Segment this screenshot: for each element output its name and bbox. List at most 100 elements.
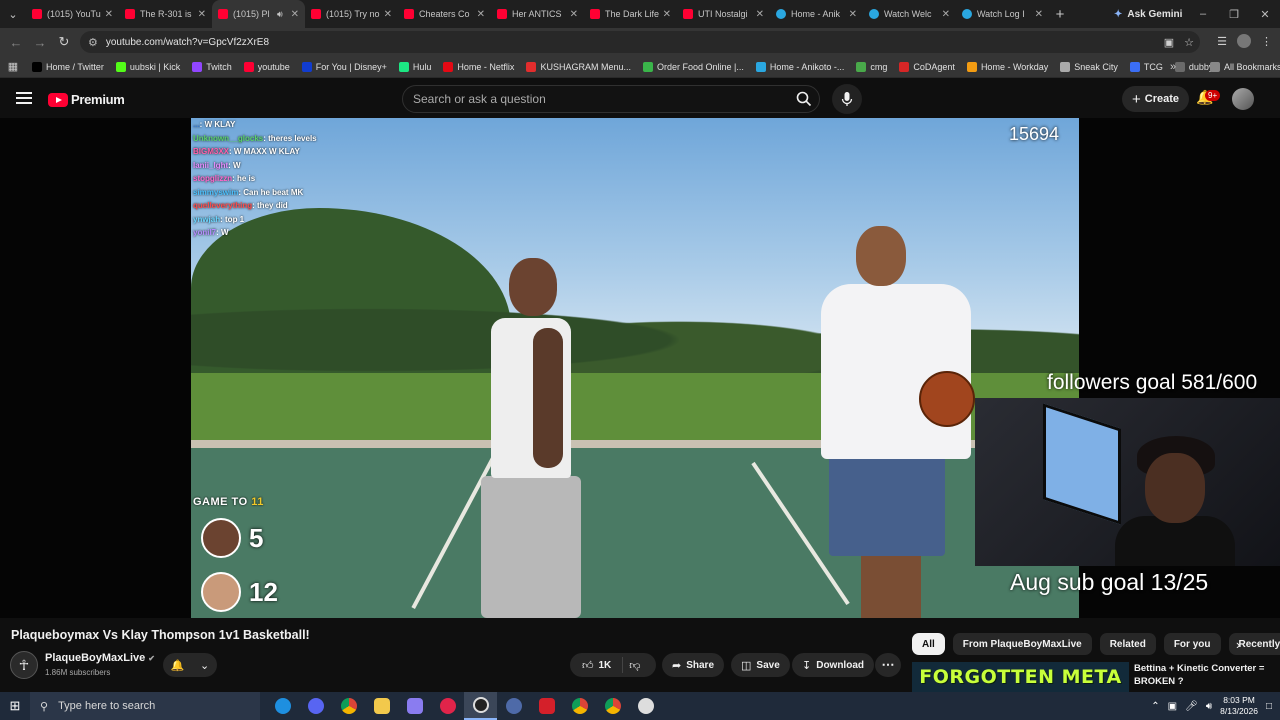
close-window-icon[interactable]: ✕: [1248, 0, 1280, 28]
back-icon[interactable]: ←: [4, 35, 28, 50]
create-button[interactable]: + Create: [1122, 86, 1190, 112]
adobe-icon[interactable]: [530, 692, 563, 720]
bookmark-item[interactable]: Home - Anikoto -...: [750, 61, 851, 72]
edge-icon[interactable]: [266, 692, 299, 720]
browser-tab[interactable]: (1015) Try no ✕: [305, 0, 398, 28]
recommendation-thumbnail[interactable]: FORGOTTEN META: [912, 662, 1129, 692]
chrome-icon[interactable]: [332, 692, 365, 720]
close-tab-icon[interactable]: ✕: [291, 9, 299, 20]
taskbar-search-input[interactable]: ⚲ Type here to search: [30, 692, 260, 720]
bookmark-star-icon[interactable]: ☆: [1184, 36, 1194, 49]
network-icon[interactable]: ▣: [1168, 701, 1177, 712]
subscribed-button[interactable]: 🔔 ⌄: [163, 653, 217, 677]
more-actions-icon[interactable]: ⋯: [875, 653, 901, 677]
bookmark-item[interactable]: uubski | Kick: [110, 61, 186, 72]
youtube-logo[interactable]: Premium: [48, 92, 125, 107]
menu-icon[interactable]: [16, 92, 32, 104]
browser-tab[interactable]: Cheaters Co ✕: [398, 0, 491, 28]
filter-chip[interactable]: From PlaqueBoyMaxLive: [952, 633, 1092, 655]
site-info-icon[interactable]: ⚙: [88, 36, 98, 49]
clock-app-icon[interactable]: [629, 692, 662, 720]
download-button[interactable]: ↧ Download: [792, 653, 874, 677]
browser-tab[interactable]: The R-301 is ✕: [119, 0, 212, 28]
close-tab-icon[interactable]: ✕: [756, 9, 764, 20]
bookmark-item[interactable]: Order Food Online |...: [637, 61, 750, 72]
new-tab-button[interactable]: +: [1049, 6, 1071, 23]
ask-gemini-button[interactable]: ✦ Ask Gemini: [1106, 5, 1190, 23]
bookmark-item[interactable]: youtube: [238, 61, 296, 72]
apps-grid-icon[interactable]: ▦: [0, 60, 26, 73]
video-frame[interactable]: ...: W KLAY Unknown__glocks: theres level…: [191, 118, 1079, 618]
tab-search-icon[interactable]: ⌄: [0, 0, 26, 28]
recommendation-title[interactable]: Bettina + Kinetic Converter = BROKEN ?: [1134, 662, 1274, 688]
close-tab-icon[interactable]: ✕: [570, 9, 578, 20]
bookmark-item[interactable]: CoDAgent: [893, 61, 961, 72]
video-player[interactable]: ...: W KLAY Unknown__glocks: theres level…: [0, 118, 1280, 618]
browser-tab[interactable]: Home - Anik ✕: [770, 0, 863, 28]
browser-tab[interactable]: (1015) Pl 🔊︎ ✕: [212, 0, 305, 28]
like-icon[interactable]: 👍︎: [582, 659, 594, 672]
dislike-icon[interactable]: 👎︎: [629, 659, 640, 672]
share-button[interactable]: ➦ Share: [662, 653, 725, 677]
windows-start-icon[interactable]: ⊞: [0, 692, 30, 720]
reload-icon[interactable]: ↻: [52, 34, 76, 50]
close-tab-icon[interactable]: ✕: [663, 9, 671, 20]
bookmark-item[interactable]: Home / Twitter: [26, 61, 110, 72]
chrome-menu-icon[interactable]: ⋮: [1261, 35, 1272, 48]
bookmark-item[interactable]: Home - Netflix: [437, 61, 520, 72]
address-bar[interactable]: ⚙ youtube.com/watch?v=GpcVf2zXrE8 ▣ ☆: [80, 31, 1200, 53]
browser-tab[interactable]: UTI Nostalgi ✕: [677, 0, 770, 28]
system-clock[interactable]: 8:03 PM 8/13/2026: [1220, 695, 1258, 717]
bookmark-item[interactable]: Hulu: [393, 61, 438, 72]
discord-icon[interactable]: [299, 692, 332, 720]
close-tab-icon[interactable]: ✕: [849, 9, 857, 20]
search-input[interactable]: Search or ask a question: [402, 85, 820, 113]
media-control-icon[interactable]: ☰: [1217, 35, 1227, 48]
bookmark-item[interactable]: KUSHAGRAM Menu...: [520, 61, 637, 72]
close-tab-icon[interactable]: ✕: [105, 9, 113, 20]
close-tab-icon[interactable]: ✕: [942, 9, 950, 20]
media-player-icon[interactable]: [431, 692, 464, 720]
browser-tab[interactable]: Watch Welc ✕: [863, 0, 956, 28]
tray-overflow-icon[interactable]: ⌃: [1151, 701, 1159, 712]
like-count[interactable]: 1K: [599, 660, 612, 671]
profile-avatar[interactable]: [1237, 34, 1251, 48]
browser-tab[interactable]: The Dark Life ✕: [584, 0, 677, 28]
minimize-icon[interactable]: –: [1186, 0, 1220, 28]
maximize-icon[interactable]: ❐: [1217, 0, 1251, 28]
browser-tab[interactable]: Watch Log I ✕: [956, 0, 1049, 28]
app-icon[interactable]: [497, 692, 530, 720]
chrome-profile-icon[interactable]: [563, 692, 596, 720]
save-button[interactable]: ◫ Save: [731, 653, 790, 677]
bookmark-item[interactable]: cmg: [850, 61, 893, 72]
microphone-icon[interactable]: 🎤︎: [1185, 701, 1198, 712]
close-tab-icon[interactable]: ✕: [198, 9, 206, 20]
bookmark-item[interactable]: Sneak City: [1054, 61, 1124, 72]
obs-icon[interactable]: [464, 692, 497, 720]
volume-icon[interactable]: 🔊︎: [1206, 701, 1212, 712]
filter-chip[interactable]: Related: [1099, 633, 1156, 655]
notification-center-icon[interactable]: □: [1266, 701, 1272, 712]
bookmark-item[interactable]: Home - Workday: [961, 61, 1054, 72]
chips-next-icon[interactable]: ›: [1236, 637, 1240, 652]
filter-chip[interactable]: All: [912, 633, 945, 655]
file-explorer-icon[interactable]: [365, 692, 398, 720]
filter-chip[interactable]: For you: [1163, 633, 1221, 655]
channel-name[interactable]: PlaqueBoyMaxLive ✔: [45, 652, 155, 664]
cast-icon[interactable]: ▣: [1164, 36, 1174, 49]
voice-search-icon[interactable]: [832, 84, 862, 114]
all-bookmarks-button[interactable]: All Bookmarks: [1204, 61, 1280, 72]
channel-avatar[interactable]: ☥: [10, 651, 38, 679]
browser-tab[interactable]: Her ANTICS ✕: [491, 0, 584, 28]
bookmark-item[interactable]: Twitch: [186, 61, 238, 72]
close-tab-icon[interactable]: ✕: [1035, 9, 1043, 20]
bookmarks-overflow-icon[interactable]: »: [1170, 61, 1176, 73]
forward-icon[interactable]: →: [28, 35, 52, 50]
close-tab-icon[interactable]: ✕: [384, 9, 392, 20]
bookmark-item[interactable]: TCG: [1124, 61, 1169, 72]
bookmark-item[interactable]: For You | Disney+: [296, 61, 393, 72]
tab-audio-icon[interactable]: 🔊︎: [277, 9, 283, 20]
browser-tab[interactable]: (1015) YouTube ✕: [26, 0, 119, 28]
search-icon[interactable]: [787, 85, 821, 113]
close-tab-icon[interactable]: ✕: [477, 9, 485, 20]
